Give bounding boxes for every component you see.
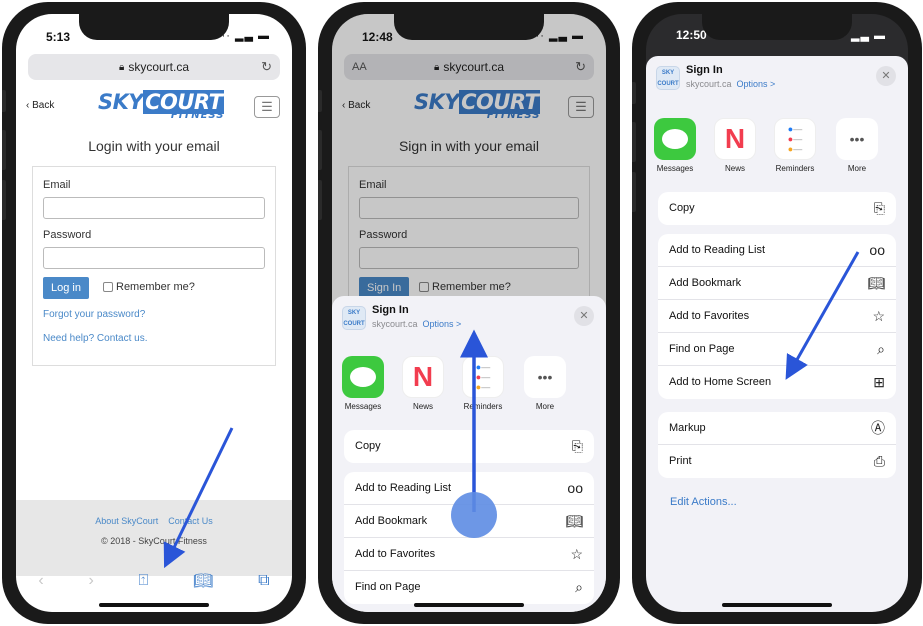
touch-indicator [451, 492, 497, 538]
